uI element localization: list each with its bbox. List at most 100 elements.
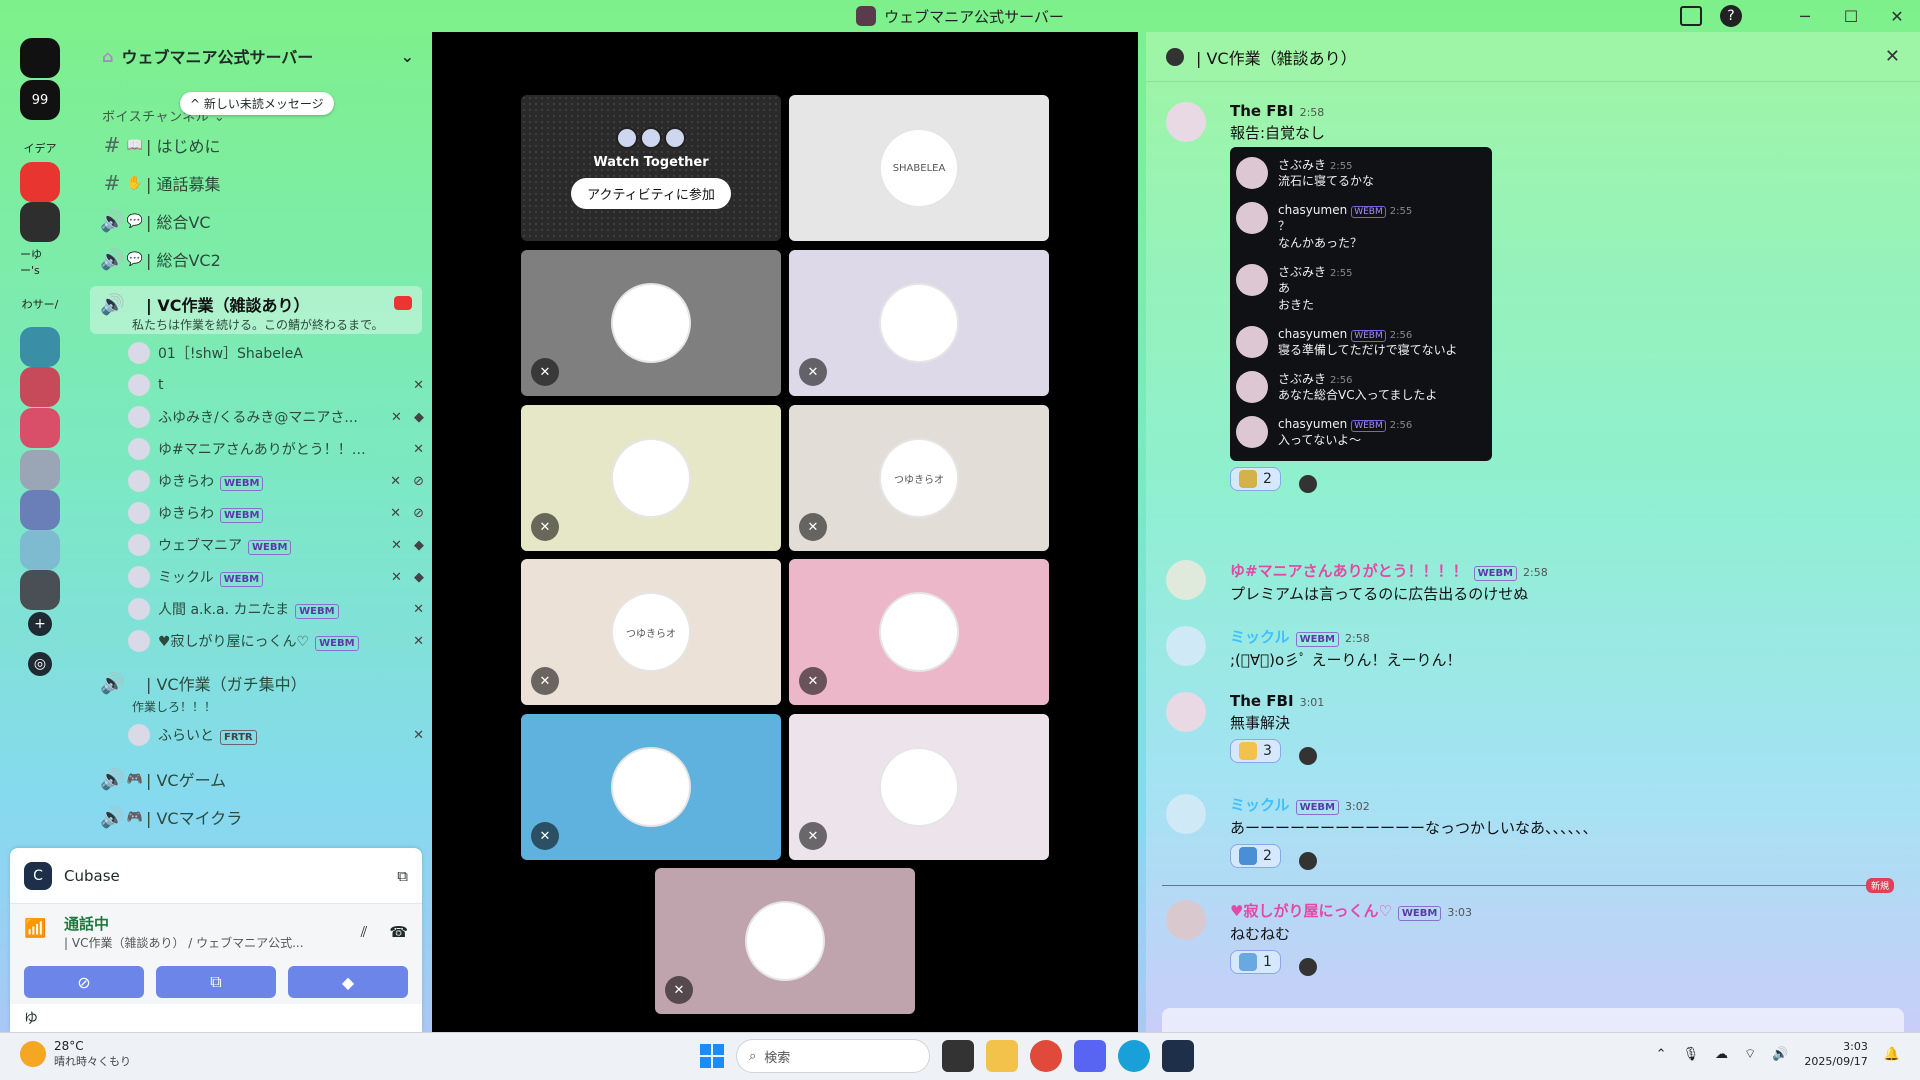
- message-author[interactable]: ゆ#マニアさんありがとう！！！！: [1230, 562, 1468, 580]
- close-window-button[interactable]: ✕: [1874, 7, 1920, 26]
- server-icon[interactable]: [20, 570, 60, 610]
- voice-signal-icon[interactable]: 📶: [24, 918, 52, 946]
- chevron-up-icon[interactable]: ⌃: [1656, 1047, 1667, 1062]
- channel-item[interactable]: 🔊 | VC作業（ガチ集中）: [90, 666, 422, 700]
- user-area[interactable]: ゆ: [10, 1004, 422, 1032]
- add-reaction-icon[interactable]: [1298, 851, 1317, 870]
- voice-user[interactable]: 01［!shw］ShabeleA: [128, 338, 428, 368]
- voice-location[interactable]: | VC作業（雑談あり） / ウェブマニア公式...: [64, 934, 361, 951]
- reaction[interactable]: 3: [1230, 739, 1281, 763]
- avatar[interactable]: [128, 502, 150, 524]
- avatar[interactable]: [1166, 794, 1206, 834]
- noise-suppression-icon[interactable]: ⫽: [361, 923, 368, 941]
- voice-user[interactable]: 人間 a.k.a. カニたま WEBM ✕: [128, 594, 428, 624]
- message-author[interactable]: ミックル: [1230, 796, 1290, 814]
- camera-off-button[interactable]: ⊘: [24, 966, 144, 998]
- server-icon[interactable]: [20, 38, 60, 78]
- live-icon[interactable]: [394, 296, 412, 310]
- message[interactable]: ミックル WEBM 3:02 あーーーーーーーーーーーーなっつかしいなあ、、、、、、…: [1166, 794, 1896, 870]
- video-tile[interactable]: ✕: [521, 405, 781, 551]
- server-header[interactable]: ⌂ ウェブマニア公式サーバー ⌄: [80, 32, 430, 80]
- server-icon[interactable]: [20, 327, 60, 367]
- channel-item[interactable]: # ✋ | 通話募集: [90, 166, 422, 200]
- help-icon[interactable]: ?: [1720, 5, 1742, 27]
- video-tile[interactable]: ✕: [789, 714, 1049, 860]
- channel-item[interactable]: 🔊 💬 | 総合VC2: [90, 242, 422, 276]
- server-icon[interactable]: ーゆー's: [20, 242, 60, 282]
- server-icon[interactable]: 99: [20, 80, 60, 120]
- voice-user[interactable]: ふらいと FRTR ✕: [128, 720, 428, 750]
- message[interactable]: ♥寂しがり屋にっくん♡ WEBM 3:03 ねむねむ 1: [1166, 900, 1896, 976]
- reaction[interactable]: 2: [1230, 844, 1281, 868]
- message-author[interactable]: ミックル: [1230, 628, 1290, 646]
- add-reaction-icon[interactable]: [1298, 746, 1317, 765]
- screen-share-icon[interactable]: ⧉: [397, 867, 408, 885]
- join-activity-button[interactable]: アクティビティに参加: [571, 178, 731, 209]
- server-icon[interactable]: [20, 450, 60, 490]
- server-icon[interactable]: [20, 162, 60, 202]
- message-embed[interactable]: さぶみき 2:55 流石に寝てるかな chasyumen WEBM 2:55？なんかあった…: [1230, 147, 1492, 461]
- onedrive-icon[interactable]: ☁: [1715, 1047, 1728, 1062]
- channel-item[interactable]: 🔊 🎮 | VCマイクラ: [90, 800, 422, 834]
- watch-together-tile[interactable]: Watch Together アクティビティに参加: [521, 95, 781, 241]
- windows-start-icon[interactable]: [700, 1044, 724, 1068]
- share-screen-button[interactable]: ⧉: [156, 966, 276, 998]
- channel-item[interactable]: 🔊 💬 | 総合VC: [90, 204, 422, 238]
- avatar[interactable]: [128, 534, 150, 556]
- wifi-icon[interactable]: ⌔: [1744, 1046, 1756, 1062]
- clock[interactable]: 3:03 2025/09/17: [1804, 1039, 1867, 1069]
- message[interactable]: ゆ#マニアさんありがとう！！！！ WEBM 2:58 プレミアムは言ってるのに広告出…: [1166, 560, 1896, 604]
- avatar[interactable]: [128, 470, 150, 492]
- video-tile[interactable]: つゆきらオ ✕: [521, 559, 781, 705]
- cubase-taskbar-icon[interactable]: [1162, 1040, 1194, 1072]
- inbox-icon[interactable]: [1680, 6, 1702, 26]
- video-tile[interactable]: ✕: [521, 714, 781, 860]
- minimize-button[interactable]: ─: [1782, 7, 1828, 26]
- voice-user[interactable]: ふゆみき/くるみき@マニアさ... ✕ ◆: [128, 402, 428, 432]
- message[interactable]: ミックル WEBM 2:58 ;(ﾟ∀ﾟ)o彡ﾟ えーりん！えーりん！: [1166, 626, 1896, 670]
- message[interactable]: The FBI 2:58 報告:自覚なし さぶみき 2:55 流石に寝てるかな chas…: [1166, 102, 1896, 493]
- video-tile[interactable]: ✕: [789, 250, 1049, 396]
- server-icon[interactable]: [20, 202, 60, 242]
- avatar[interactable]: [128, 630, 150, 652]
- voice-user[interactable]: ミックル WEBM ✕ ◆: [128, 562, 428, 592]
- server-icon[interactable]: わサー/: [20, 284, 60, 324]
- avatar[interactable]: [1166, 692, 1206, 732]
- avatar[interactable]: [128, 724, 150, 746]
- add-reaction-icon[interactable]: [1298, 957, 1317, 976]
- maximize-button[interactable]: ☐: [1828, 7, 1874, 26]
- video-tile[interactable]: ✕: [789, 559, 1049, 705]
- close-chat-icon[interactable]: ✕: [1885, 46, 1900, 67]
- microphone-icon[interactable]: 🎙: [1682, 1047, 1699, 1062]
- server-icon[interactable]: ◎: [28, 652, 52, 676]
- server-icon[interactable]: [20, 490, 60, 530]
- disconnect-icon[interactable]: ☎: [389, 923, 408, 941]
- video-tile[interactable]: ✕: [521, 250, 781, 396]
- avatar[interactable]: [1166, 900, 1206, 940]
- video-tile[interactable]: ✕: [655, 868, 915, 1014]
- server-icon[interactable]: [20, 367, 60, 407]
- voice-user[interactable]: ゆきらわ WEBM ✕ ⊘: [128, 466, 428, 496]
- message-author[interactable]: The FBI: [1230, 692, 1294, 710]
- voice-user[interactable]: ゆきらわ WEBM ✕ ⊘: [128, 498, 428, 528]
- server-icon[interactable]: [20, 530, 60, 570]
- taskbar-search[interactable]: ⌕ 検索: [736, 1039, 930, 1073]
- message[interactable]: The FBI 3:01 無事解決 3: [1166, 692, 1896, 765]
- avatar[interactable]: [1166, 102, 1206, 142]
- avatar[interactable]: [128, 566, 150, 588]
- video-tile[interactable]: つゆきらオ ✕: [789, 405, 1049, 551]
- new-messages-pill[interactable]: ^ 新しい未読メッセージ: [180, 92, 334, 115]
- avatar[interactable]: [1166, 626, 1206, 666]
- video-tile[interactable]: SHABELEA: [789, 95, 1049, 241]
- message-input[interactable]: [1162, 1008, 1904, 1032]
- reaction[interactable]: 2: [1230, 467, 1281, 491]
- server-icon[interactable]: +: [28, 612, 52, 636]
- avatar[interactable]: [128, 438, 150, 460]
- message-author[interactable]: The FBI: [1230, 102, 1294, 120]
- notification-icon[interactable]: 🔔: [1884, 1047, 1900, 1062]
- channel-item[interactable]: 🔊 🎮 | VCゲーム: [90, 762, 422, 796]
- volume-icon[interactable]: 🔊: [1772, 1047, 1788, 1062]
- add-reaction-icon[interactable]: [1298, 474, 1317, 493]
- chrome-icon[interactable]: [1030, 1040, 1062, 1072]
- discord-taskbar-icon[interactable]: [1074, 1040, 1106, 1072]
